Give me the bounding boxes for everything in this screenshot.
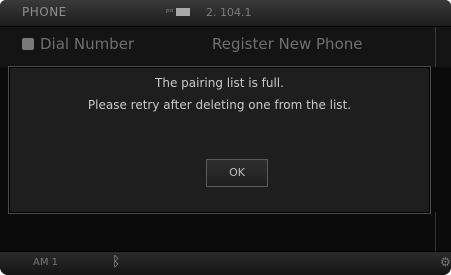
battery-icon — [175, 8, 190, 16]
phone-menu: Dial Number Register New Phone — [0, 27, 451, 67]
menu-divider — [435, 27, 436, 67]
menu-item-label: Register New Phone — [212, 35, 363, 53]
ok-button[interactable]: OK — [206, 159, 268, 187]
audio-source-label: AM 1 — [33, 257, 59, 268]
dial-pad-icon — [22, 38, 34, 50]
pairing-list-full-dialog: The pairing list is full. Please retry a… — [8, 66, 431, 214]
signal-status: ᵖᵒ — [166, 5, 194, 18]
dialog-message-line-2: Please retry after deleting one from the… — [87, 98, 352, 112]
menu-item-register-new-phone[interactable]: Register New Phone — [212, 35, 362, 53]
right-divider — [435, 212, 436, 251]
phone-screen: PHONE ᵖᵒ 2. 104.1 Dial Number Register N… — [0, 0, 451, 275]
menu-item-dial-number[interactable]: Dial Number — [22, 35, 134, 53]
bluetooth-icon: ᛒ — [112, 254, 121, 270]
dialog-message-line-1: The pairing list is full. — [155, 76, 284, 90]
top-status-bar: PHONE ᵖᵒ 2. 104.1 — [0, 0, 451, 27]
signal-icon: ᵖᵒ — [166, 8, 174, 18]
settings-icon[interactable]: ⚙ — [440, 255, 451, 269]
menu-item-label: Dial Number — [40, 35, 135, 53]
bottom-status-bar: AM 1 ᛒ ⚙ — [0, 251, 451, 275]
screen-title: PHONE — [22, 5, 67, 19]
radio-frequency: 2. 104.1 — [206, 6, 252, 19]
